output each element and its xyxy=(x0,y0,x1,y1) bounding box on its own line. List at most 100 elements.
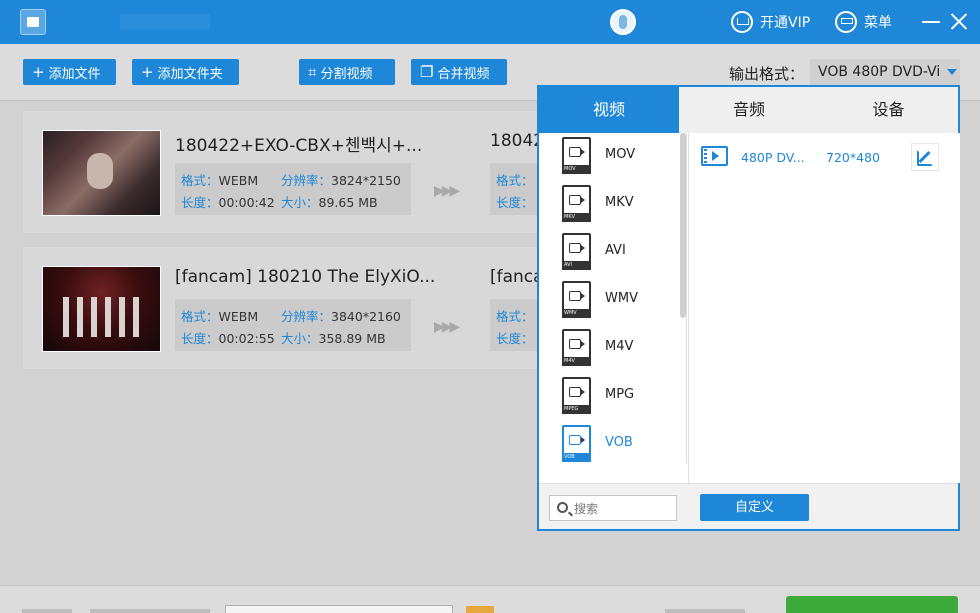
tab-audio[interactable]: 音频 xyxy=(679,87,819,133)
vip-label: 开通VIP xyxy=(760,15,811,31)
output-file-name: 180422 xyxy=(490,131,540,151)
format-tag: MPEG xyxy=(562,405,591,414)
resolution-label: 分辨率： xyxy=(281,173,332,188)
add-folder-label: 添加文件夹 xyxy=(157,66,223,82)
search-icon xyxy=(557,502,568,513)
preset-item[interactable]: 480P DV... 720*480 xyxy=(689,137,961,177)
file-name: [fancam] 180210 The ElyXiO... xyxy=(175,267,436,287)
format-popup: 视频 音频 设备 MOV MOV MKV MKV AVI AVI WMV WMV… xyxy=(537,85,960,531)
plus-icon: + xyxy=(32,63,45,81)
video-file-icon: MOV xyxy=(562,137,591,174)
format-item-mkv[interactable]: MKV MKV xyxy=(539,181,686,229)
preset-resolution: 720*480 xyxy=(826,150,880,165)
plus-icon: + xyxy=(141,63,154,81)
start-convert-button[interactable] xyxy=(786,596,958,613)
format-label: M4V xyxy=(605,339,634,354)
video-file-icon: AVI xyxy=(562,233,591,270)
output-info: 格式： 长度： xyxy=(490,163,540,215)
menu-label: 菜单 xyxy=(864,15,892,31)
video-file-icon: VOB xyxy=(562,425,591,462)
format-item-mov[interactable]: MOV MOV xyxy=(539,133,686,181)
format-item-avi[interactable]: AVI AVI xyxy=(539,229,686,277)
format-label: VOB xyxy=(605,435,633,450)
merge-icon: ❐ xyxy=(420,63,434,81)
cart-icon xyxy=(731,11,753,33)
format-tag: WMV xyxy=(562,309,591,318)
add-folder-button[interactable]: + 添加文件夹 xyxy=(132,59,239,85)
folder-icon[interactable] xyxy=(466,606,494,613)
video-file-icon: M4V xyxy=(562,329,591,366)
resolution-label: 分辨率： xyxy=(281,309,332,324)
format-label: AVI xyxy=(605,243,626,258)
merge-video-label: 合并视频 xyxy=(437,66,490,82)
duration-label: 长度： xyxy=(181,331,219,346)
split-video-button[interactable]: ⌗ 分割视频 xyxy=(299,59,395,85)
format-tag: MKV xyxy=(562,213,591,222)
video-thumbnail[interactable] xyxy=(42,266,161,352)
format-value: WEBM xyxy=(218,173,259,188)
video-file-icon: MPEG xyxy=(562,377,591,414)
output-format-value: VOB 480P DVD-Vi xyxy=(818,64,941,80)
tab-video[interactable]: 视频 xyxy=(539,87,679,133)
video-thumbnail[interactable] xyxy=(42,130,161,216)
size-value: 89.65 MB xyxy=(318,195,378,210)
split-video-label: 分割视频 xyxy=(320,66,373,82)
custom-button[interactable]: 自定义 xyxy=(700,494,809,521)
file-row[interactable]: [fancam] 180210 The ElyXiO... 格式：WEBM 分辨… xyxy=(22,246,622,370)
preset-name: 480P DV... xyxy=(741,150,805,165)
file-name: 180422+EXO-CBX+첸백시+... xyxy=(175,136,423,156)
close-button[interactable] xyxy=(950,12,968,30)
format-item-mpg[interactable]: MPEG MPG xyxy=(539,373,686,421)
source-info: 格式：WEBM 分辨率：3840*2160 长度：00:02:55 大小：358… xyxy=(175,299,411,351)
output-duration-label: 长度： xyxy=(496,195,534,210)
format-tag: VOB xyxy=(562,453,591,462)
add-file-button[interactable]: + 添加文件 xyxy=(23,59,116,85)
format-label: MPG xyxy=(605,387,635,402)
format-item-wmv[interactable]: WMV WMV xyxy=(539,277,686,325)
format-value: WEBM xyxy=(218,309,259,324)
format-tag: AVI xyxy=(562,261,591,270)
title-bar: 开通VIP 菜单 xyxy=(0,0,980,44)
layers-icon xyxy=(835,11,857,33)
user-avatar[interactable] xyxy=(610,9,636,35)
menu-button[interactable]: 菜单 xyxy=(835,10,892,34)
output-duration-label: 长度： xyxy=(496,331,534,346)
open-folder-link[interactable] xyxy=(665,609,745,613)
duration-value: 00:00:42 xyxy=(218,195,275,210)
size-value: 358.89 MB xyxy=(318,331,386,346)
popup-footer: 自定义 xyxy=(539,483,958,529)
duration-label: 长度： xyxy=(181,195,219,210)
edit-icon xyxy=(917,150,933,166)
format-label: WMV xyxy=(605,291,638,306)
edit-preset-button[interactable] xyxy=(911,143,939,171)
output-file-name: [fanca xyxy=(490,267,540,287)
file-row[interactable]: 180422+EXO-CBX+첸백시+... 格式：WEBM 分辨率：3824*… xyxy=(22,110,622,234)
add-file-label: 添加文件 xyxy=(48,66,101,82)
format-list-scrollbar[interactable] xyxy=(680,133,686,318)
format-tag: MOV xyxy=(562,165,591,174)
vip-button[interactable]: 开通VIP xyxy=(731,10,810,34)
crop-icon: ⌗ xyxy=(308,63,317,81)
format-label: 格式： xyxy=(181,173,219,188)
format-label: 格式： xyxy=(181,309,219,324)
format-item-vob[interactable]: VOB VOB xyxy=(539,421,686,463)
duration-value: 00:02:55 xyxy=(218,331,275,346)
output-format-select[interactable]: VOB 480P DVD-Vi xyxy=(810,59,960,85)
format-tag: M4V xyxy=(562,357,591,366)
minimize-button[interactable] xyxy=(922,21,940,23)
output-option[interactable] xyxy=(90,609,210,613)
format-item-m4v[interactable]: M4V M4V xyxy=(539,325,686,373)
format-search[interactable] xyxy=(549,495,677,521)
size-label: 大小： xyxy=(281,331,319,346)
output-format-label: 格式： xyxy=(496,173,534,188)
title-area xyxy=(120,14,210,30)
output-path-label xyxy=(22,609,72,613)
preset-panel: 480P DV... 720*480 xyxy=(688,133,960,483)
search-input[interactable] xyxy=(574,500,670,518)
resolution-value: 3840*2160 xyxy=(331,309,401,324)
merge-video-button[interactable]: ❐ 合并视频 xyxy=(411,59,507,85)
output-path-input[interactable] xyxy=(225,605,453,613)
convert-arrow-icon: ▶▶▶ xyxy=(434,183,460,199)
tab-device[interactable]: 设备 xyxy=(819,87,958,133)
size-label: 大小： xyxy=(281,195,319,210)
